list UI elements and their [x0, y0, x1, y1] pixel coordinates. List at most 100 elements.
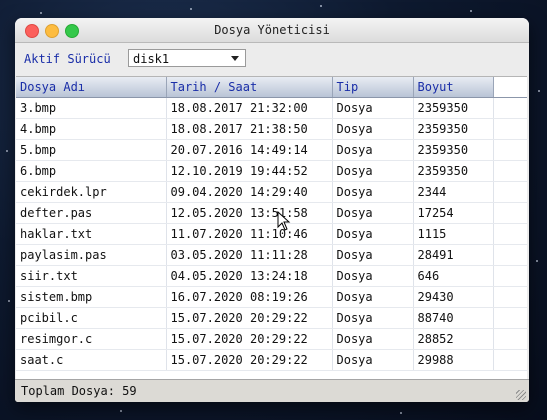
table-row[interactable]: saat.c 15.07.2020 20:29:22 Dosya 29988 — [16, 349, 527, 371]
table-row[interactable]: cekirdek.lpr 09.04.2020 14:29:40 Dosya 2344 — [16, 181, 527, 203]
table-row[interactable]: sistem.bmp 16.07.2020 08:19:26 Dosya 29430 — [16, 286, 527, 308]
row-filler-cell — [493, 139, 527, 161]
file-table-body: 3.bmp 18.08.2017 21:32:00 Dosya 2359350 4.bm… — [16, 97, 527, 371]
star — [400, 412, 402, 414]
row-filler-cell — [493, 181, 527, 203]
star — [8, 300, 10, 302]
column-header-datetime[interactable]: Tarih / Saat — [166, 77, 333, 98]
file-datetime-cell: 15.07.2020 20:29:22 — [166, 328, 333, 350]
table-row[interactable]: siir.txt 04.05.2020 13:24:18 Dosya 646 — [16, 265, 527, 287]
star — [6, 150, 8, 152]
file-name-cell: 5.bmp — [16, 139, 167, 161]
file-size-cell: 28491 — [413, 244, 494, 266]
file-type-cell: Dosya — [332, 160, 414, 182]
table-row[interactable]: 5.bmp 20.07.2016 14:49:14 Dosya 2359350 — [16, 139, 527, 161]
row-filler-cell — [493, 202, 527, 224]
table-row[interactable]: 6.bmp 12.10.2019 19:44:52 Dosya 2359350 — [16, 160, 527, 182]
file-type-cell: Dosya — [332, 181, 414, 203]
row-filler-cell — [493, 244, 527, 266]
file-datetime-cell: 12.05.2020 13:51:58 — [166, 202, 333, 224]
column-header-filler — [493, 77, 527, 98]
file-datetime-cell: 16.07.2020 08:19:26 — [166, 286, 333, 308]
file-type-cell: Dosya — [332, 139, 414, 161]
table-row[interactable]: paylasim.pas 03.05.2020 11:11:28 Dosya 2849… — [16, 244, 527, 266]
file-datetime-cell: 18.08.2017 21:38:50 — [166, 118, 333, 140]
file-name-cell: pcibil.c — [16, 307, 167, 329]
star — [538, 90, 540, 92]
file-table-container[interactable]: Dosya Adı Tarih / Saat Tip Boyut 3.bmp 18… — [16, 76, 527, 379]
file-datetime-cell: 20.07.2016 14:49:14 — [166, 139, 333, 161]
file-datetime-cell: 15.07.2020 20:29:22 — [166, 349, 333, 371]
resize-grip-icon[interactable] — [516, 390, 526, 400]
file-datetime-cell: 09.04.2020 14:29:40 — [166, 181, 333, 203]
table-row[interactable]: pcibil.c 15.07.2020 20:29:22 Dosya 88740 — [16, 307, 527, 329]
table-row[interactable]: 3.bmp 18.08.2017 21:32:00 Dosya 2359350 — [16, 97, 527, 119]
file-name-cell: saat.c — [16, 349, 167, 371]
file-name-cell: resimgor.c — [16, 328, 167, 350]
star — [40, 12, 42, 14]
status-bar: Toplam Dosya: 59 — [15, 379, 529, 402]
file-type-cell: Dosya — [332, 307, 414, 329]
file-size-cell: 88740 — [413, 307, 494, 329]
file-type-cell: Dosya — [332, 202, 414, 224]
row-filler-cell — [493, 307, 527, 329]
file-name-cell: 4.bmp — [16, 118, 167, 140]
active-drive-label: Aktif Sürücü — [24, 52, 111, 66]
file-name-cell: sistem.bmp — [16, 286, 167, 308]
file-count-status: Toplam Dosya: 59 — [21, 384, 137, 398]
file-size-cell: 17254 — [413, 202, 494, 224]
file-type-cell: Dosya — [332, 265, 414, 287]
table-header-row: Dosya Adı Tarih / Saat Tip Boyut — [16, 77, 527, 98]
star — [120, 410, 122, 412]
file-size-cell: 29988 — [413, 349, 494, 371]
star — [320, 5, 322, 7]
table-row[interactable]: resimgor.c 15.07.2020 20:29:22 Dosya 28852 — [16, 328, 527, 350]
chevron-down-icon[interactable] — [231, 56, 239, 61]
file-size-cell: 2359350 — [413, 139, 494, 161]
file-manager-window: Dosya Yöneticisi Aktif Sürücü disk1 Dosy… — [15, 18, 529, 402]
window-title: Dosya Yöneticisi — [214, 23, 330, 37]
file-name-cell: paylasim.pas — [16, 244, 167, 266]
file-table: Dosya Adı Tarih / Saat Tip Boyut 3.bmp 18… — [16, 77, 527, 371]
drive-select[interactable]: disk1 — [128, 49, 246, 67]
toolbar: Aktif Sürücü disk1 — [15, 43, 529, 77]
file-size-cell: 2359350 — [413, 160, 494, 182]
file-datetime-cell: 04.05.2020 13:24:18 — [166, 265, 333, 287]
row-filler-cell — [493, 328, 527, 350]
file-size-cell: 646 — [413, 265, 494, 287]
table-row[interactable]: haklar.txt 11.07.2020 11:10:46 Dosya 1115 — [16, 223, 527, 245]
file-datetime-cell: 18.08.2017 21:32:00 — [166, 97, 333, 119]
title-bar[interactable]: Dosya Yöneticisi — [15, 18, 529, 43]
row-filler-cell — [493, 118, 527, 140]
file-type-cell: Dosya — [332, 223, 414, 245]
star — [536, 260, 538, 262]
file-size-cell: 1115 — [413, 223, 494, 245]
column-header-name[interactable]: Dosya Adı — [16, 77, 167, 98]
file-type-cell: Dosya — [332, 118, 414, 140]
row-filler-cell — [493, 349, 527, 371]
star — [190, 8, 192, 10]
row-filler-cell — [493, 223, 527, 245]
file-size-cell: 29430 — [413, 286, 494, 308]
row-filler-cell — [493, 265, 527, 287]
file-type-cell: Dosya — [332, 97, 414, 119]
file-name-cell: haklar.txt — [16, 223, 167, 245]
file-datetime-cell: 11.07.2020 11:10:46 — [166, 223, 333, 245]
drive-select-value: disk1 — [133, 52, 170, 66]
file-datetime-cell: 03.05.2020 11:11:28 — [166, 244, 333, 266]
column-header-type[interactable]: Tip — [332, 77, 414, 98]
table-row[interactable]: defter.pas 12.05.2020 13:51:58 Dosya 17254 — [16, 202, 527, 224]
row-filler-cell — [493, 286, 527, 308]
file-name-cell: 3.bmp — [16, 97, 167, 119]
file-name-cell: 6.bmp — [16, 160, 167, 182]
mouse-cursor-icon — [277, 211, 291, 231]
file-type-cell: Dosya — [332, 328, 414, 350]
file-size-cell: 2359350 — [413, 97, 494, 119]
file-name-cell: cekirdek.lpr — [16, 181, 167, 203]
table-row[interactable]: 4.bmp 18.08.2017 21:38:50 Dosya 2359350 — [16, 118, 527, 140]
star — [470, 10, 472, 12]
file-size-cell: 2359350 — [413, 118, 494, 140]
column-header-size[interactable]: Boyut — [413, 77, 494, 98]
file-type-cell: Dosya — [332, 244, 414, 266]
file-size-cell: 28852 — [413, 328, 494, 350]
